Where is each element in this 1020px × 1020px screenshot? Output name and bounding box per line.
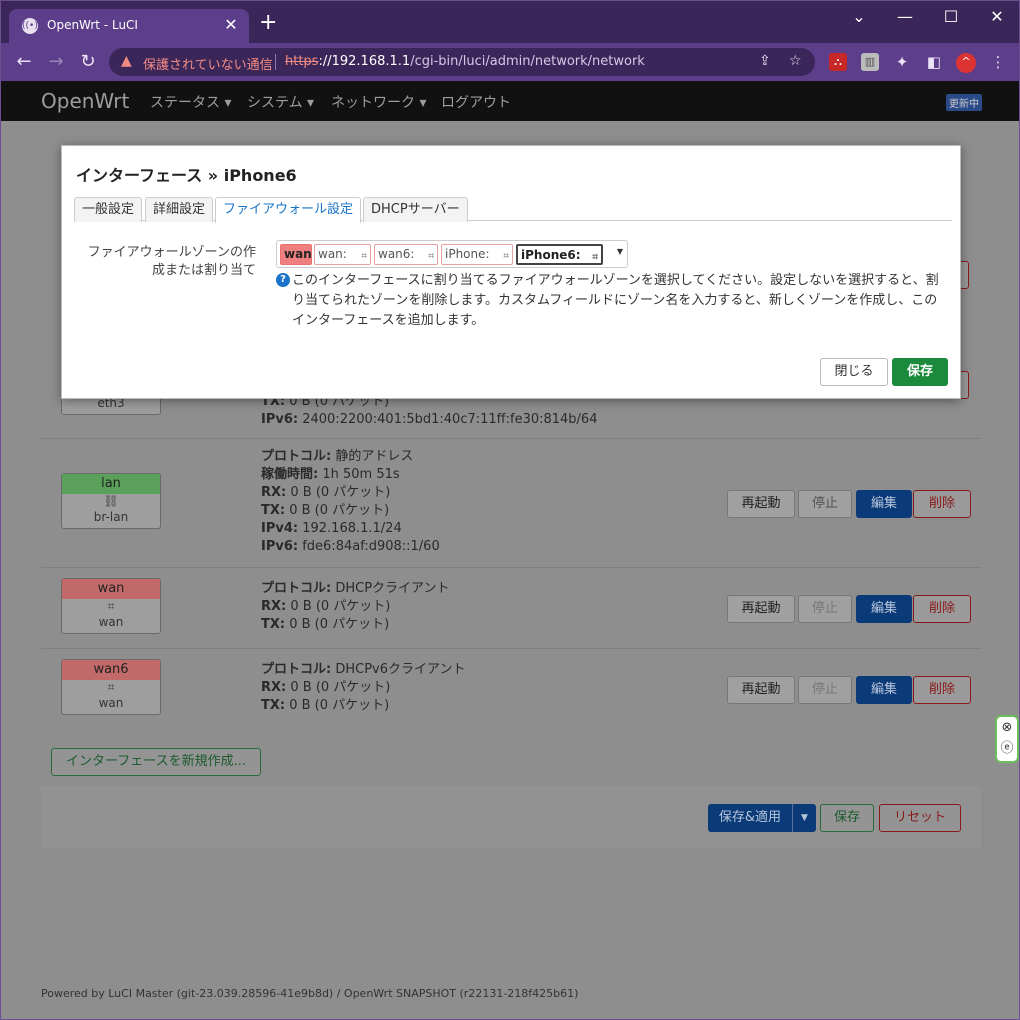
tab-general[interactable]: 一般設定 [74, 197, 143, 222]
zone-option-iphone6[interactable]: iPhone6: ⌗ [516, 244, 603, 265]
modal-save-button[interactable]: 保存 [892, 358, 948, 386]
interface-badge-wan6: wan6 ⌗ wan [61, 659, 161, 715]
interface-device: wan [98, 696, 124, 710]
edit-button[interactable]: 編集 [856, 595, 912, 623]
delete-button[interactable]: 削除 [913, 676, 971, 704]
reload-icon[interactable]: ↻ [75, 51, 101, 72]
omnibox-divider [275, 54, 276, 70]
back-arrow-icon[interactable]: ← [11, 51, 37, 72]
menu-logout[interactable]: ログアウト [441, 92, 511, 112]
menu-network[interactable]: ネットワーク ▾ [331, 92, 426, 112]
row-divider [41, 648, 981, 649]
row-divider [41, 438, 981, 439]
zone-option-iphone[interactable]: iPhone: ⌗ [441, 244, 513, 265]
tab-firewall[interactable]: ファイアウォール設定 [215, 197, 362, 223]
menu-system[interactable]: システム ▾ [247, 92, 314, 112]
firewall-zone-help-text: このインターフェースに割り当てるファイアウォールゾーンを選択してください。設定し… [292, 273, 939, 328]
firewall-zone-select[interactable]: wan wan: ⌗ wan6: ⌗ iPhone: ⌗ iPhone6: ⌗ ▼ [276, 240, 628, 268]
e-extension-icon[interactable]: ⓔ [997, 738, 1017, 759]
interface-name: wan6 [62, 660, 160, 680]
restart-button[interactable]: 再起動 [727, 676, 795, 704]
powered-by-footer: Powered by LuCI Master (git-23.039.28596… [41, 987, 579, 1000]
row-divider [41, 567, 981, 568]
help-icon: ? [276, 273, 290, 287]
save-apply-button[interactable]: 保存&適用 [708, 804, 792, 832]
bookmark-star-icon[interactable]: ☆ [789, 53, 802, 69]
ethernet-port-icon: ⌗ [361, 251, 367, 262]
interface-info-wan: プロトコル: DHCPクライアント RX: 0 B (0 パケット) TX: 0… [261, 581, 450, 632]
ethernet-port-icon: ⌗ [107, 680, 115, 694]
side-panel-icon[interactable]: ◧ [925, 53, 943, 71]
url-text: https://192.168.1.1/cgi-bin/luci/admin/n… [285, 54, 645, 69]
title-bar: ((•)) OpenWrt - LuCI ✕ + ⌄ — ☐ ✕ [1, 1, 1019, 43]
browser-window: ((•)) OpenWrt - LuCI ✕ + ⌄ — ☐ ✕ ← → ↻ ▲… [0, 0, 1020, 1020]
share-icon[interactable]: ⇪ [759, 53, 771, 69]
zone-option-wan6[interactable]: wan6: ⌗ [374, 244, 438, 265]
maximize-icon[interactable]: ☐ [931, 7, 971, 26]
refresh-badge: 更新中 [946, 94, 982, 111]
openwrt-favicon-icon: ((•)) [22, 18, 41, 34]
minimize-icon[interactable]: — [885, 7, 925, 26]
edit-button[interactable]: 編集 [856, 676, 912, 704]
edit-button[interactable]: 編集 [856, 490, 912, 518]
ethernet-port-icon: ⌗ [592, 252, 598, 263]
tab-dhcp-server[interactable]: DHCPサーバー [363, 197, 468, 222]
interface-name: lan [62, 474, 160, 494]
restart-button[interactable]: 再起動 [727, 490, 795, 518]
selected-zone-badge: wan [280, 244, 312, 265]
page-viewport: OpenWrt ステータス ▾ システム ▾ ネットワーク ▾ ログアウト 更新… [1, 81, 1019, 1019]
tab-advanced[interactable]: 詳細設定 [145, 197, 214, 222]
modal-tabs: 一般設定 詳細設定 ファイアウォール設定 DHCPサーバー [74, 195, 952, 223]
profile-avatar-icon[interactable]: ^ [956, 53, 976, 73]
puzzle-extensions-icon[interactable]: ✦ [893, 53, 911, 71]
add-interface-button[interactable]: インターフェースを新規作成... [51, 748, 261, 776]
save-apply-dropdown-icon[interactable]: ▼ [792, 804, 816, 832]
stop-button[interactable]: 停止 [798, 490, 852, 518]
interface-info-lan: プロトコル: 静的アドレス 稼働時間: 1h 50m 51s RX: 0 B (… [261, 449, 440, 554]
reset-button[interactable]: リセット [879, 804, 961, 832]
interface-info-wan6: プロトコル: DHCPv6クライアント RX: 0 B (0 パケット) TX:… [261, 662, 466, 713]
pdf-extension-icon[interactable]: ⛬ [829, 53, 847, 71]
warning-triangle-icon: ▲ [121, 53, 132, 69]
modal-title: インターフェース » iPhone6 [76, 166, 297, 185]
ethernet-port-icon: ⌗ [107, 599, 115, 613]
delete-button[interactable]: 削除 [913, 490, 971, 518]
browser-tab[interactable]: ((•)) OpenWrt - LuCI ✕ [9, 9, 249, 43]
close-window-icon[interactable]: ✕ [977, 7, 1017, 26]
ethernet-port-icon: ⌗ [428, 251, 434, 262]
stop-button[interactable]: 停止 [798, 676, 852, 704]
interface-badge-wan: wan ⌗ wan [61, 578, 161, 634]
forward-arrow-icon[interactable]: → [43, 51, 69, 72]
side-extension-widget[interactable]: ⊗ ⓔ [995, 715, 1019, 763]
interface-device: br-lan [93, 510, 129, 524]
address-bar[interactable]: ▲ 保護されていない通信 https://192.168.1.1/cgi-bin… [109, 48, 815, 76]
kebab-menu-icon[interactable]: ⋮ [989, 53, 1007, 71]
close-circle-icon[interactable]: ⊗ [997, 717, 1017, 738]
delete-button[interactable]: 削除 [913, 595, 971, 623]
zone-option-wan[interactable]: wan: ⌗ [314, 244, 371, 265]
restart-button[interactable]: 再起動 [727, 595, 795, 623]
luci-navbar: OpenWrt ステータス ▾ システム ▾ ネットワーク ▾ ログアウト 更新… [1, 81, 1019, 121]
menu-status[interactable]: ステータス ▾ [150, 92, 231, 112]
interface-device: wan [98, 615, 124, 629]
new-tab-button[interactable]: + [259, 12, 277, 34]
save-button[interactable]: 保存 [820, 804, 874, 832]
stop-button[interactable]: 停止 [798, 595, 852, 623]
reader-extension-icon[interactable]: ▥ [861, 53, 879, 71]
security-warning-text: 保護されていない通信 [143, 58, 273, 73]
browser-toolbar: ← → ↻ ▲ 保護されていない通信 https://192.168.1.1/c… [1, 43, 1019, 81]
close-button[interactable]: 閉じる [820, 358, 888, 386]
interface-badge-lan: lan ⛓ br-lan [61, 473, 161, 529]
dropdown-caret-icon[interactable]: ▼ [617, 247, 623, 256]
tab-search-chevron-icon[interactable]: ⌄ [839, 7, 879, 26]
interface-name: wan [62, 579, 160, 599]
brand-logo[interactable]: OpenWrt [41, 89, 129, 113]
tab-title: OpenWrt - LuCI [47, 18, 138, 32]
interface-modal: インターフェース » iPhone6 一般設定 詳細設定 ファイアウォール設定 … [61, 145, 961, 399]
tab-close-icon[interactable]: ✕ [221, 15, 241, 34]
ethernet-port-icon: ⌗ [503, 251, 509, 262]
bridge-icon: ⛓ [103, 494, 119, 508]
firewall-zone-label: ファイアウォールゾーンの作成または割り当て [87, 245, 256, 278]
